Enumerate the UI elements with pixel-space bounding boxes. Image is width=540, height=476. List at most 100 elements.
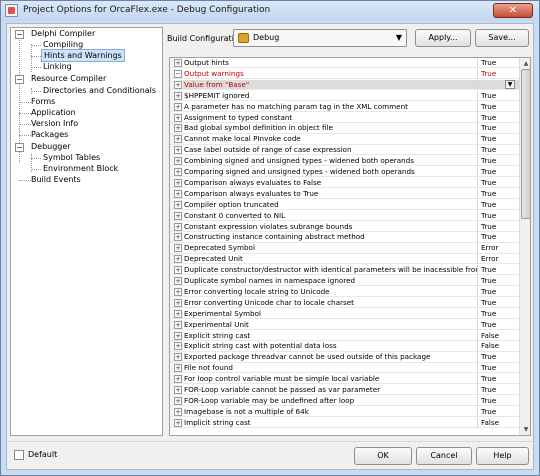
option-value[interactable]: True	[481, 222, 496, 232]
expand-icon[interactable]: +	[174, 102, 182, 111]
collapse-icon[interactable]: −	[174, 69, 182, 78]
grid-row[interactable]: + Duplicate symbol names in namespace ign…	[170, 276, 519, 287]
expand-icon[interactable]: +	[174, 331, 182, 340]
option-value[interactable]: True	[481, 287, 496, 297]
expand-icon[interactable]: +	[174, 211, 182, 220]
save-button[interactable]: Save...	[475, 29, 529, 47]
expand-icon[interactable]: +	[174, 255, 182, 264]
grid-row[interactable]: + File not found True	[170, 363, 519, 374]
grid-row[interactable]: + Constructing instance containing abstra…	[170, 232, 519, 243]
option-value[interactable]: True	[481, 113, 496, 123]
option-value[interactable]: True	[481, 156, 496, 166]
ok-button[interactable]: OK	[354, 447, 412, 465]
grid-row[interactable]: + Implicit string cast False	[170, 417, 519, 428]
grid-row[interactable]: + Constant 0 converted to NIL True	[170, 210, 519, 221]
option-value[interactable]: True	[481, 298, 496, 308]
title-bar[interactable]: Project Options for OrcaFlex.exe - Debug…	[1, 1, 539, 21]
apply-button[interactable]: Apply...	[415, 29, 471, 47]
grid-row[interactable]: + Error converting Unicode char to locale…	[170, 297, 519, 309]
expand-icon[interactable]: +	[174, 342, 182, 351]
grid-row[interactable]: + FOR-Loop variable may be undefined afte…	[170, 395, 519, 407]
grid-row[interactable]: + Comparison always evaluates to True True	[170, 188, 519, 200]
option-value[interactable]: False	[481, 418, 499, 428]
grid-row[interactable]: + Explicit string cast False	[170, 330, 519, 341]
grid-row[interactable]: + Constant expression violates subrange b…	[170, 221, 519, 232]
grid-row[interactable]: + A parameter has no matching param tag i…	[170, 101, 519, 112]
option-value[interactable]: Error	[481, 254, 499, 264]
options-grid[interactable]: +Output hintsTrue−Output warningsTrue»+V…	[169, 57, 531, 436]
option-value[interactable]: True	[481, 407, 496, 417]
expand-icon[interactable]: +	[174, 178, 182, 187]
expand-icon[interactable]: +	[174, 233, 182, 242]
option-value[interactable]: True	[481, 123, 496, 133]
expand-icon[interactable]: +	[174, 353, 182, 362]
tree-item-forms[interactable]: Forms	[31, 96, 55, 107]
option-value[interactable]: True	[481, 91, 496, 101]
option-value[interactable]: True	[481, 178, 496, 188]
grid-row[interactable]: + Comparing signed and unsigned types - w…	[170, 167, 519, 178]
build-configuration-select[interactable]: Debug ▼	[233, 29, 407, 47]
grid-row[interactable]: + Compiler option truncated True	[170, 199, 519, 210]
tree-item-application[interactable]: Application	[31, 107, 76, 118]
option-value[interactable]: True	[481, 265, 496, 275]
tree-item-resource-compiler[interactable]: Resource Compiler	[31, 73, 106, 84]
expand-icon[interactable]: +	[174, 298, 182, 307]
expand-icon[interactable]: +	[174, 189, 182, 198]
expand-icon[interactable]: +	[174, 135, 182, 144]
option-value[interactable]: True	[481, 167, 496, 177]
help-button[interactable]: Help	[476, 447, 529, 465]
grid-row[interactable]: + Imagebase is not a multiple of 64k True	[170, 406, 519, 418]
grid-row[interactable]: − Output warnings True	[170, 68, 519, 80]
expand-icon[interactable]: +	[174, 396, 182, 405]
option-value[interactable]: Error	[481, 243, 499, 253]
option-value[interactable]: True	[481, 134, 496, 144]
grid-row[interactable]: + Combining signed and unsigned types - w…	[170, 156, 519, 167]
expand-icon[interactable]: +	[174, 277, 182, 285]
grid-row[interactable]: + Deprecated Symbol Error	[170, 243, 519, 254]
option-value[interactable]: False	[481, 341, 499, 351]
grid-row[interactable]: + Output hints True	[170, 58, 519, 69]
grid-row[interactable]: + Experimental Unit True	[170, 319, 519, 330]
grid-row[interactable]: + Case label outside of range of case exp…	[170, 145, 519, 156]
vertical-scrollbar[interactable]: ▲ ▼	[519, 58, 530, 435]
option-value[interactable]: True	[481, 320, 496, 330]
option-value[interactable]: True	[481, 145, 496, 155]
expand-icon[interactable]: +	[174, 375, 182, 384]
expand-icon[interactable]: +	[174, 364, 182, 373]
tree-item-environment-block[interactable]: Environment Block	[43, 163, 118, 174]
scroll-thumb[interactable]	[521, 69, 530, 219]
tree-item-debugger[interactable]: Debugger	[31, 141, 71, 152]
expand-icon[interactable]: +	[174, 200, 182, 209]
expand-icon[interactable]: +	[174, 266, 182, 275]
tree-item-version-info[interactable]: Version Info	[31, 118, 78, 129]
tree-item-packages[interactable]: Packages	[31, 129, 68, 140]
options-tree[interactable]: − Delphi Compiler Compiling Hints and Wa…	[10, 27, 163, 436]
option-value[interactable]: True	[481, 352, 496, 362]
scroll-down-icon[interactable]: ▼	[521, 424, 530, 435]
option-value[interactable]: True	[481, 374, 496, 384]
cancel-button[interactable]: Cancel	[416, 447, 472, 465]
expand-icon[interactable]: +	[174, 146, 182, 155]
grid-row[interactable]: + Duplicate constructor/destructor with i…	[170, 265, 519, 276]
expand-icon[interactable]: +	[174, 124, 182, 133]
option-value[interactable]: True	[481, 200, 496, 210]
option-value[interactable]: True	[481, 211, 496, 221]
close-button[interactable]: ✕	[493, 3, 533, 18]
option-value[interactable]: True	[481, 69, 496, 79]
expand-icon[interactable]: +	[174, 113, 182, 122]
grid-row[interactable]: + $HPPEMIT ignored True	[170, 90, 519, 101]
expand-icon[interactable]: +	[174, 168, 182, 176]
expand-icon[interactable]: +	[174, 386, 182, 394]
option-value[interactable]: True	[481, 276, 496, 286]
tree-item-directories-and-conditionals[interactable]: Directories and Conditionals	[43, 85, 156, 96]
option-value[interactable]: True	[481, 232, 496, 242]
expand-icon[interactable]: +	[174, 287, 182, 296]
default-checkbox[interactable]	[14, 450, 24, 460]
scroll-up-icon[interactable]: ▲	[521, 58, 530, 69]
grid-row[interactable]: + Deprecated Unit Error	[170, 254, 519, 265]
grid-row[interactable]: + Exported package threadvar cannot be us…	[170, 352, 519, 363]
option-value[interactable]: True	[481, 396, 496, 406]
expand-icon[interactable]: +	[174, 80, 182, 89]
grid-row[interactable]: + Assignment to typed constant True	[170, 112, 519, 123]
option-value[interactable]: True	[481, 309, 496, 319]
